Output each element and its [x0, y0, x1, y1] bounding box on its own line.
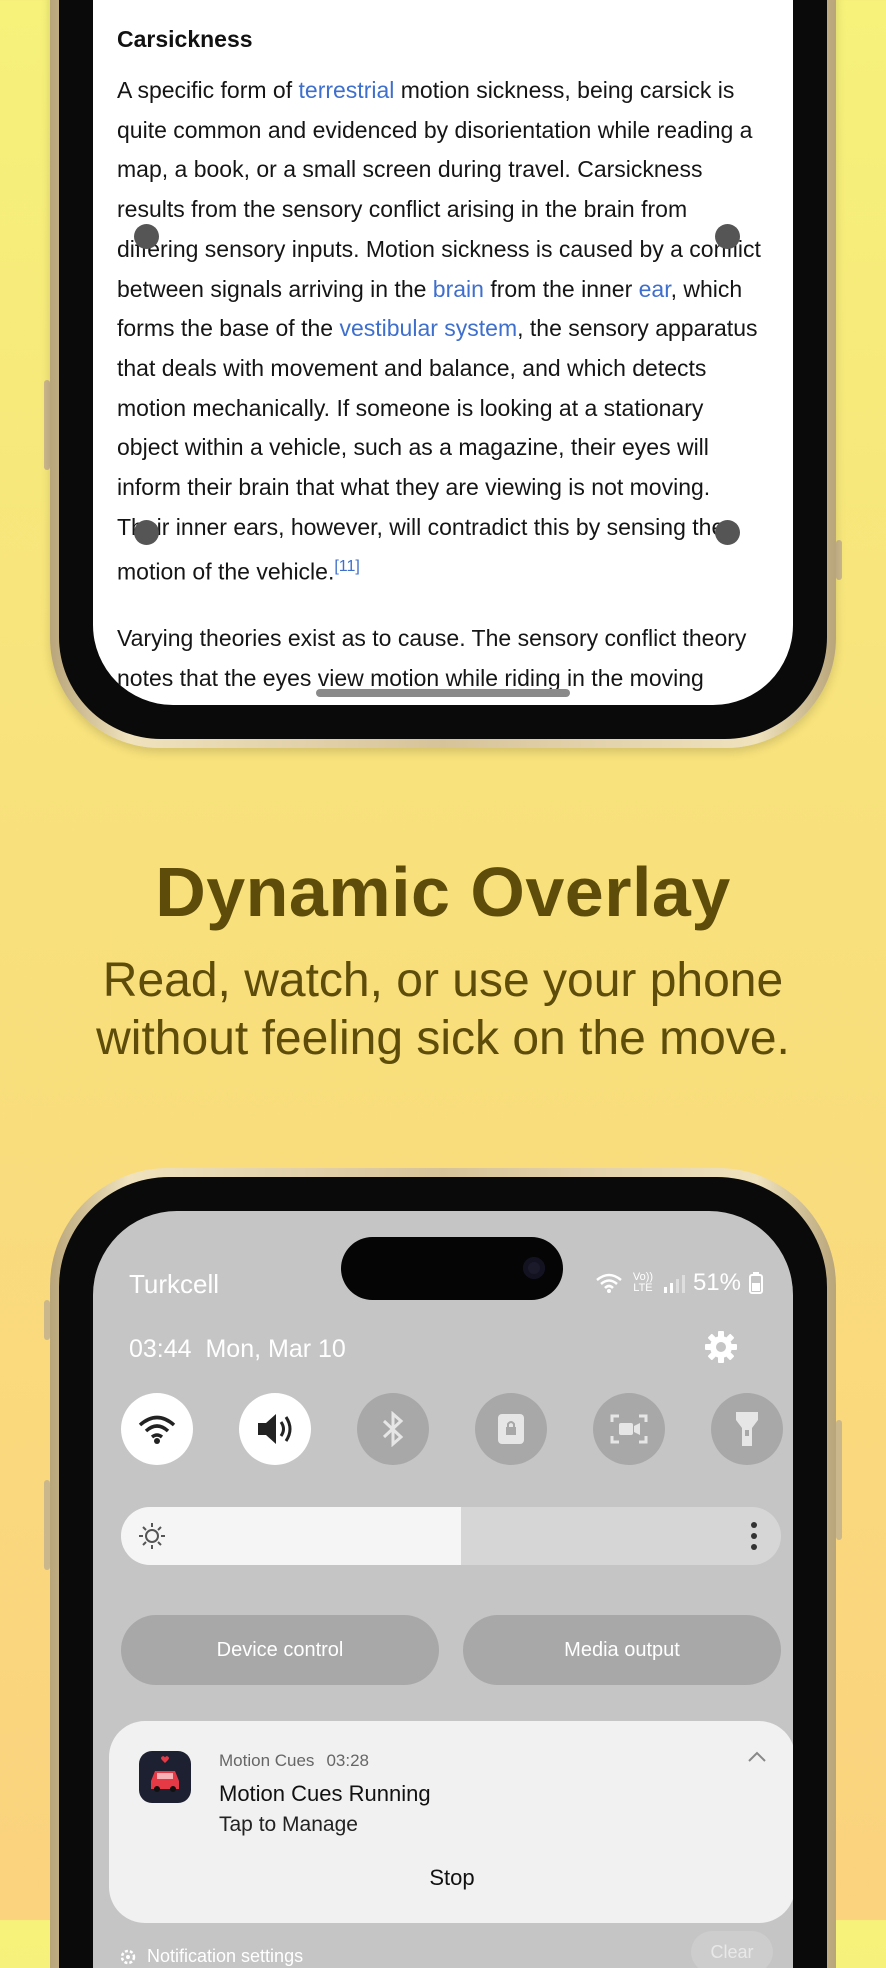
bottom-phone-frame: Turkcell Vo)) LTE 51% 03:44 Mon, Mar 10	[50, 1168, 836, 1968]
motion-cue-dot	[134, 224, 159, 249]
screen-recorder-icon	[610, 1414, 648, 1444]
status-icons: Vo)) LTE 51%	[595, 1269, 763, 1297]
link-ear[interactable]: ear	[639, 276, 671, 302]
quick-settings-tiles	[121, 1393, 783, 1465]
brightness-fill	[121, 1507, 461, 1565]
carrier-label: Turkcell	[129, 1269, 220, 1299]
notification-title: Motion Cues Running	[219, 1781, 431, 1806]
motion-cue-dot	[715, 224, 740, 249]
motion-cue-dot	[134, 520, 159, 545]
device-control-button[interactable]: Device control	[121, 1615, 439, 1685]
bluetooth-icon	[382, 1411, 404, 1447]
link-terrestrial[interactable]: terrestrial	[299, 77, 395, 103]
clear-button[interactable]: Clear	[691, 1931, 773, 1968]
motion-cues-app-icon	[139, 1751, 191, 1803]
link-brain[interactable]: brain	[433, 276, 484, 302]
article-content: Carsickness A specific form of terrestri…	[117, 26, 767, 705]
sound-tile[interactable]	[239, 1393, 311, 1465]
notification-settings-link[interactable]: Notification settings	[119, 1946, 303, 1967]
media-output-button[interactable]: Media output	[463, 1615, 781, 1685]
home-indicator[interactable]	[316, 689, 570, 697]
promo-subline: Read, watch, or use your phone without f…	[96, 954, 790, 1065]
bluetooth-tile[interactable]	[357, 1393, 429, 1465]
bottom-phone-side-button	[836, 1420, 842, 1540]
notification-card[interactable]: Motion Cues 03:28 Motion Cues Running Tap…	[109, 1721, 793, 1923]
article-paragraph: A specific form of terrestrial motion si…	[117, 77, 761, 586]
wifi-tile[interactable]	[121, 1393, 193, 1465]
lock-rotation-tile[interactable]	[475, 1393, 547, 1465]
camera-icon	[523, 1257, 545, 1279]
lock-rotation-icon	[498, 1414, 524, 1444]
brightness-icon	[139, 1523, 165, 1549]
reference-link[interactable]: [11]	[334, 558, 360, 575]
top-phone-frame: Carsickness A specific form of terrestri…	[50, 0, 836, 748]
settings-gear-icon[interactable]	[703, 1329, 739, 1365]
battery-percent: 51%	[692, 1269, 741, 1296]
wifi-icon	[138, 1415, 176, 1444]
notification-meta: Motion Cues 03:28	[219, 1751, 369, 1770]
flashlight-tile[interactable]	[711, 1393, 783, 1465]
shade-datetime: 03:44 Mon, Mar 10	[129, 1335, 346, 1363]
screen-recorder-tile[interactable]	[593, 1393, 665, 1465]
flashlight-icon	[736, 1412, 758, 1446]
stop-button[interactable]: Stop	[109, 1865, 793, 1891]
wifi-status-icon	[596, 1273, 622, 1293]
notification-shade: Turkcell Vo)) LTE 51% 03:44 Mon, Mar 10	[93, 1211, 793, 1968]
top-phone-bezel: Carsickness A specific form of terrestri…	[59, 0, 827, 739]
top-phone-screen: Carsickness A specific form of terrestri…	[93, 0, 793, 705]
battery-icon	[749, 1272, 763, 1294]
top-phone-side-button	[836, 540, 842, 580]
notification-body: Tap to Manage	[219, 1813, 358, 1836]
article-heading: Carsickness	[117, 26, 253, 52]
dynamic-island	[341, 1237, 563, 1300]
brightness-slider[interactable]	[121, 1507, 781, 1565]
motion-cue-dot	[715, 520, 740, 545]
sound-icon	[258, 1414, 292, 1444]
link-vestibular-system[interactable]: vestibular system	[339, 315, 517, 341]
bottom-phone-bezel: Turkcell Vo)) LTE 51% 03:44 Mon, Mar 10	[59, 1177, 827, 1968]
signal-icon	[663, 1275, 685, 1293]
settings-small-icon	[120, 1949, 136, 1964]
article-paragraph-2: Varying theories exist as to cause. The …	[117, 624, 747, 691]
more-options-icon[interactable]	[751, 1521, 757, 1551]
promo-headline: Dynamic Overlay	[155, 853, 731, 931]
car-heart-icon	[151, 1756, 179, 1792]
volte-icon: Vo)) LTE	[632, 1271, 654, 1294]
chevron-up-icon[interactable]	[745, 1745, 769, 1769]
